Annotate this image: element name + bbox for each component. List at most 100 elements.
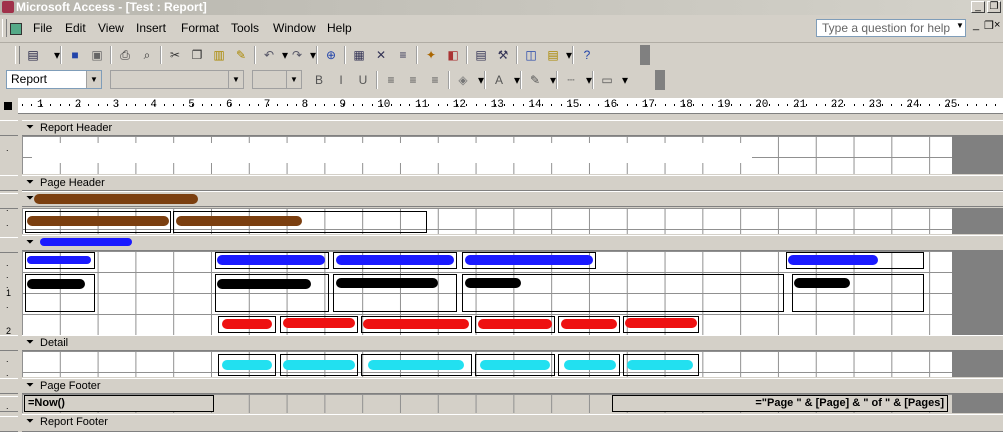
align-right-icon[interactable]: ≡ [426,71,444,89]
print-icon[interactable]: ⎙ [116,46,134,64]
object-combo[interactable]: Report ▼ [6,70,102,89]
toolbar-grip[interactable] [15,46,20,64]
help-search-input[interactable]: Type a question for help [816,19,966,37]
section-page-footer[interactable]: ⏷ Page Footer [22,378,1003,394]
restore-button[interactable]: ❐ [987,1,1001,13]
red-text-2 [283,318,355,328]
report-title-label[interactable] [32,143,752,163]
ruler-minor-tick [967,104,968,106]
sorting-grouping-icon[interactable]: ≡ [394,46,412,64]
properties-icon[interactable]: ▤ [472,46,490,64]
group-header-brown-label[interactable] [34,194,198,204]
chevron-down-icon[interactable]: ▾ [508,71,526,89]
group-header-blue[interactable]: ⏷ [22,235,1003,251]
chevron-down-icon[interactable]: ▾ [472,71,490,89]
chevron-down-icon[interactable]: ▾ [304,46,322,64]
section-selector[interactable] [0,193,18,209]
ruler-minor-tick [40,104,42,106]
menu-edit[interactable]: Edit [65,21,86,35]
section-selector[interactable] [0,335,18,351]
menu-tools[interactable]: Tools [231,21,259,35]
now-textbox[interactable]: =Now() [24,395,214,412]
menu-grip[interactable] [2,19,7,37]
build-icon[interactable]: ⚒ [494,46,512,64]
ruler-minor-tick [163,104,165,106]
ruler-minor-tick [220,104,222,106]
font-size-combo[interactable]: ▼ [252,70,302,89]
document-icon[interactable] [10,23,22,35]
toolbar-options-button[interactable] [655,70,665,90]
code-icon[interactable]: ◧ [444,46,462,64]
hyperlink-icon[interactable]: ⊕ [322,46,340,64]
doc-minimize-button[interactable]: _ [973,19,979,31]
toolbox-icon[interactable]: ✕ [372,46,390,64]
section-detail[interactable]: ⏷ Detail [22,335,1003,351]
section-report-header[interactable]: ⏷ Report Header [22,120,1003,136]
cut-icon[interactable]: ✂ [166,46,184,64]
special-effect-icon[interactable]: ▭ [598,71,616,89]
menu-window[interactable]: Window [273,21,316,35]
ruler-minor-tick [192,104,194,106]
ruler-minor-tick [759,104,761,106]
chevron-down-icon[interactable]: ▾ [560,46,578,64]
line-color-icon[interactable]: ✎ [526,71,544,89]
help-dropdown-icon[interactable]: ▼ [956,21,964,30]
menu-view[interactable]: View [98,21,124,35]
view-icon[interactable]: ▤ [24,46,42,64]
format-painter-icon[interactable]: ✎ [232,46,250,64]
page-number-textbox[interactable]: ="Page " & [Page] & " of " & [Pages] [612,395,948,412]
fill-color-icon[interactable]: ◈ [454,71,472,89]
doc-close-button[interactable]: × [994,19,1000,31]
chevron-down-icon[interactable]: ▾ [48,46,66,64]
minimize-button[interactable]: _ [971,1,985,13]
ruler-minor-tick [919,104,921,106]
field-list-icon[interactable]: ▦ [350,46,368,64]
group-header-blue-label[interactable] [40,238,132,246]
bold-icon[interactable]: B [310,71,328,89]
align-left-icon[interactable]: ≡ [382,71,400,89]
file-search-icon[interactable]: ▣ [88,46,106,64]
underline-icon[interactable]: U [354,71,372,89]
section-selector[interactable] [0,378,18,394]
section-selector[interactable] [0,237,18,253]
menu-file[interactable]: File [33,21,52,35]
section-report-footer[interactable]: ⏷ Report Footer [22,414,1003,432]
ruler-minor-tick [211,104,212,106]
line-width-icon[interactable]: ┈ [562,71,580,89]
brown-text-1 [27,216,169,226]
chevron-down-icon[interactable]: ▼ [228,71,243,88]
chevron-down-icon[interactable]: ▼ [286,71,301,88]
italic-icon[interactable]: I [332,71,350,89]
copy-icon[interactable]: ❐ [188,46,206,64]
ruler-tick-label: 16 [604,99,618,111]
doc-restore-button[interactable]: ❐ [984,19,994,32]
chevron-down-icon[interactable]: ▾ [544,71,562,89]
chevron-down-icon[interactable]: ▾ [580,71,598,89]
ruler-minor-tick [768,104,770,106]
paste-icon[interactable]: ▥ [210,46,228,64]
toolbar-options-button[interactable] [640,45,650,65]
ruler-minor-tick [125,104,127,106]
chevron-down-icon[interactable]: ▾ [616,71,634,89]
select-report-button[interactable] [0,98,18,114]
menu-help[interactable]: Help [327,21,352,35]
vertical-ruler: ......1.2... [0,118,18,432]
database-window-icon[interactable]: ◫ [522,46,540,64]
save-icon[interactable]: ■ [66,46,84,64]
menu-insert[interactable]: Insert [136,21,166,35]
font-color-icon[interactable]: A [490,71,508,89]
print-preview-icon[interactable]: ⌕ [138,46,156,64]
align-center-icon[interactable]: ≡ [404,71,422,89]
ruler-minor-tick [636,104,638,106]
help-icon[interactable]: ? [578,46,596,64]
section-selector[interactable] [0,120,18,136]
section-selector[interactable] [0,175,18,191]
autoformat-icon[interactable]: ✦ [422,46,440,64]
ruler-minor-tick [881,104,883,106]
menu-format[interactable]: Format [181,21,219,35]
section-selector[interactable] [0,396,18,412]
section-page-header[interactable]: ⏷ Page Header [22,175,1003,191]
horizontal-ruler[interactable]: 1234567891011121314151617181920212223242… [18,98,1003,114]
chevron-down-icon[interactable]: ▼ [86,71,101,88]
font-name-combo[interactable]: ▼ [110,70,244,89]
